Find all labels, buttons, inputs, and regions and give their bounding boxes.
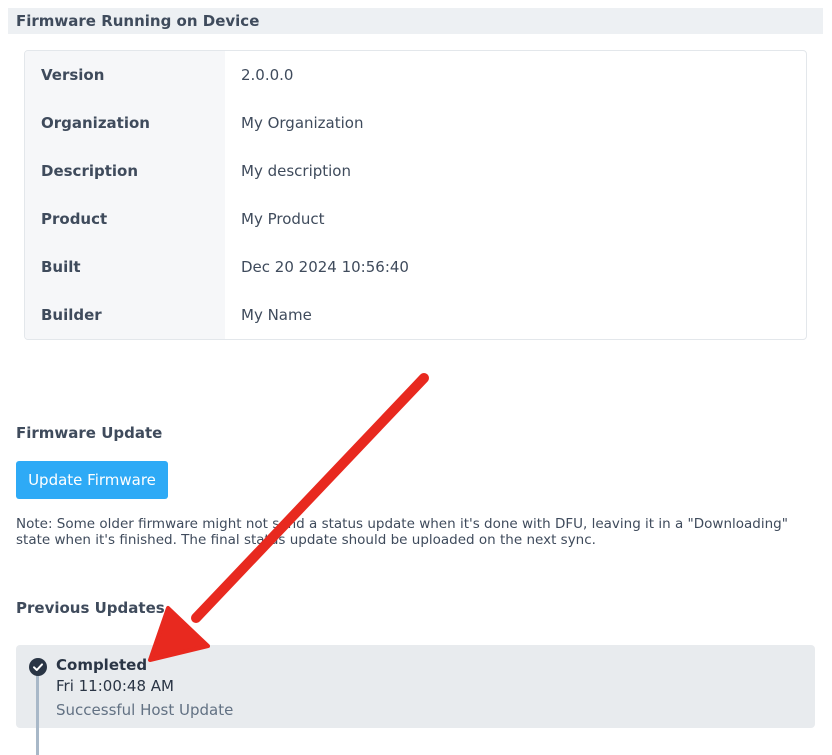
- info-label: Built: [41, 258, 81, 276]
- info-row-description: Description My description: [25, 147, 806, 195]
- update-timestamp: Fri 11:00:48 AM: [56, 677, 174, 695]
- info-value: My Product: [241, 210, 325, 228]
- timeline-line: [36, 675, 39, 755]
- info-label: Description: [41, 162, 139, 180]
- check-circle-icon: [29, 658, 47, 676]
- info-label: Builder: [41, 306, 102, 324]
- update-description: Successful Host Update: [56, 701, 234, 719]
- info-row-version: Version 2.0.0.0: [25, 51, 806, 99]
- info-row-builder: Builder My Name: [25, 291, 806, 339]
- annotation-arrow-shaft: [191, 373, 429, 623]
- info-value: Dec 20 2024 10:56:40: [241, 258, 409, 276]
- info-value: My description: [241, 162, 351, 180]
- firmware-section-header: Firmware Running on Device: [8, 8, 823, 34]
- info-row-product: Product My Product: [25, 195, 806, 243]
- firmware-section-title: Firmware Running on Device: [16, 12, 260, 30]
- dfu-note-text: Note: Some older firmware might not send…: [16, 516, 788, 548]
- update-history-item: Completed Fri 11:00:48 AM Successful Hos…: [16, 645, 815, 755]
- update-firmware-button[interactable]: Update Firmware: [16, 461, 168, 499]
- info-value: 2.0.0.0: [241, 66, 294, 84]
- info-value: My Name: [241, 306, 312, 324]
- update-status: Completed: [56, 656, 148, 674]
- info-row-built: Built Dec 20 2024 10:56:40: [25, 243, 806, 291]
- previous-updates-title: Previous Updates: [16, 599, 165, 617]
- info-row-organization: Organization My Organization: [25, 99, 806, 147]
- info-label: Product: [41, 210, 108, 228]
- info-label: Version: [41, 66, 105, 84]
- info-value: My Organization: [241, 114, 364, 132]
- info-label: Organization: [41, 114, 150, 132]
- firmware-update-title: Firmware Update: [16, 424, 163, 442]
- firmware-info-table: Version 2.0.0.0 Organization My Organiza…: [24, 50, 807, 340]
